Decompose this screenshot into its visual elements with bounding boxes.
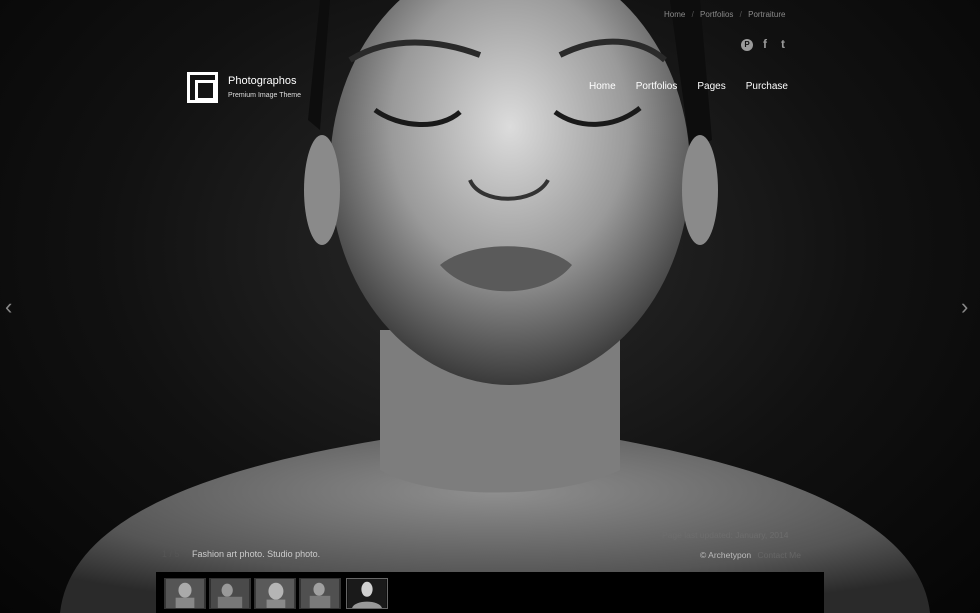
caption-text: Fashion art photo. Studio photo. xyxy=(192,549,321,559)
site-logo[interactable]: Photographos Premium Image Theme xyxy=(187,72,301,103)
prev-slide-icon[interactable]: ‹ xyxy=(5,296,19,318)
background-photo xyxy=(0,0,980,613)
slide-counter: 1 / 5 xyxy=(162,549,180,559)
thumbnail[interactable] xyxy=(299,578,341,609)
site-tagline: Premium Image Theme xyxy=(228,91,302,99)
thumbnail-image xyxy=(210,579,250,608)
nav-item-home[interactable]: Home xyxy=(589,80,616,94)
breadcrumb-current: Portraiture xyxy=(748,10,786,19)
facebook-icon[interactable]: f xyxy=(759,38,771,51)
next-slide-icon[interactable]: › xyxy=(961,296,975,318)
breadcrumb-portfolios[interactable]: Portfolios xyxy=(700,10,733,19)
thumbnail[interactable] xyxy=(209,578,251,609)
breadcrumb-separator: / xyxy=(739,10,742,19)
thumbnail[interactable] xyxy=(164,578,206,609)
main-nav: Home Portfolios Pages Purchase xyxy=(589,80,788,94)
site-title: Photographos xyxy=(228,74,297,87)
nav-item-portfolios[interactable]: Portfolios xyxy=(636,80,678,94)
thumbnail-strip xyxy=(156,572,824,613)
social-links: P f t xyxy=(741,38,789,51)
thumbnail-image xyxy=(300,579,340,608)
logo-mark-icon xyxy=(187,72,218,103)
breadcrumb-home[interactable]: Home xyxy=(664,10,685,19)
thumbnail-image xyxy=(255,579,295,608)
nav-item-pages[interactable]: Pages xyxy=(697,80,725,94)
nav-item-purchase[interactable]: Purchase xyxy=(746,80,788,94)
logo-text: Photographos Premium Image Theme xyxy=(228,74,301,102)
footer-copyright: © Archetypon Contact Me xyxy=(700,550,801,560)
breadcrumb: Home / Portfolios / Portraiture xyxy=(664,10,789,19)
thumbnail-active[interactable] xyxy=(346,578,388,609)
contact-link[interactable]: Contact Me xyxy=(758,550,801,560)
thumbnail-image xyxy=(347,579,387,608)
slide-caption: 1 / 5 Fashion art photo. Studio photo. xyxy=(162,549,320,559)
breadcrumb-separator: / xyxy=(691,10,694,19)
pinterest-icon[interactable]: P xyxy=(741,39,753,51)
last-updated: Page last updated: January, 2014 xyxy=(662,530,789,540)
thumbnail[interactable] xyxy=(254,578,296,609)
thumbnail-image xyxy=(165,579,205,608)
copyright-text: © Archetypon xyxy=(700,550,752,560)
portrait-photo xyxy=(60,0,930,613)
twitter-icon[interactable]: t xyxy=(777,38,789,51)
